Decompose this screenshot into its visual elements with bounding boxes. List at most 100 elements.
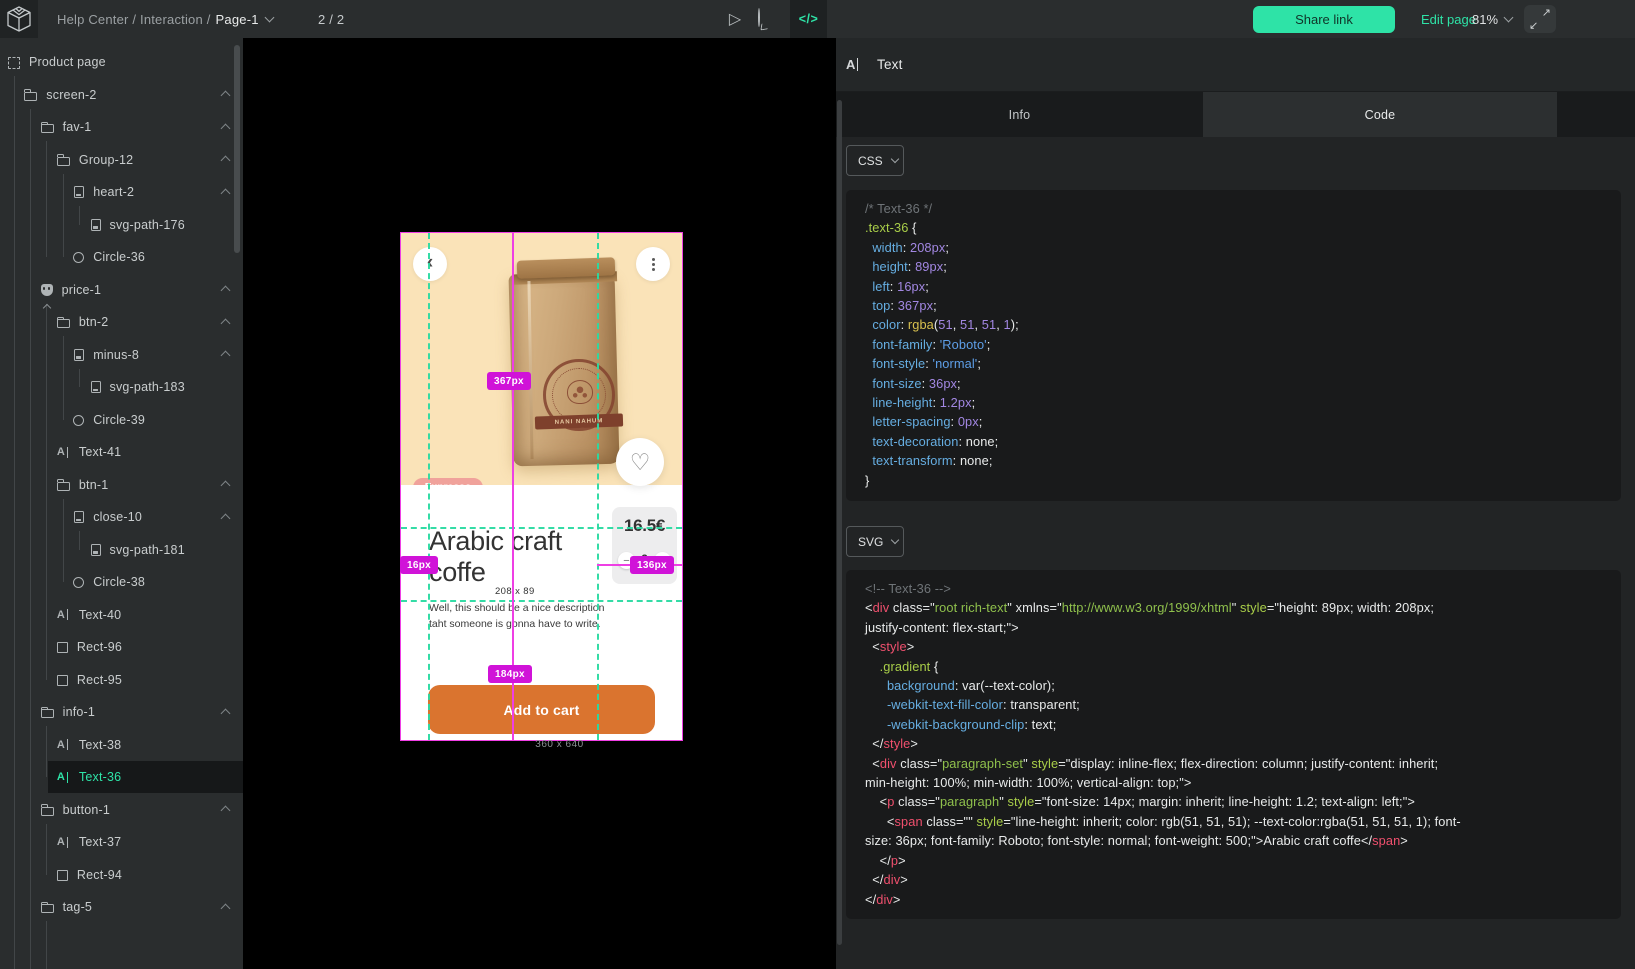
edit-page-link[interactable]: Edit page [1421, 0, 1476, 38]
sidebar-item-circle-36[interactable]: Circle-36 [0, 241, 243, 274]
title-size-annotation: 208 x 89 [495, 586, 535, 597]
page-count: 2 / 2 [318, 0, 344, 38]
chevron-up-icon[interactable] [221, 903, 231, 913]
text-layer-icon: A [57, 836, 70, 849]
layer-label: Text-41 [79, 445, 121, 459]
sidebar-item-price-1[interactable]: price-1 [0, 273, 243, 306]
sidebar-item-fav-1[interactable]: fav-1 [0, 111, 243, 144]
code-line: text-transform: none; [865, 451, 1602, 470]
app-logo[interactable] [0, 0, 38, 38]
sidebar-item-btn-2[interactable]: btn-2 [0, 306, 243, 339]
breadcrumb[interactable]: Help Center / Interaction / Page-1 [57, 0, 273, 38]
code-line: color: rgba(51, 51, 51, 1); [865, 315, 1602, 334]
folder-icon [41, 807, 54, 816]
chevron-up-icon[interactable] [221, 351, 231, 361]
chevron-up-icon[interactable] [221, 806, 231, 816]
zoom-select[interactable]: 81% [1472, 0, 1512, 38]
play-button[interactable]: ▷ [720, 0, 750, 38]
code-line: -webkit-background-clip: text; [865, 715, 1602, 734]
fullscreen-button[interactable]: ↗ ↙ [1524, 5, 1556, 33]
code-line: </p> [865, 851, 1602, 870]
code-line: </style> [865, 734, 1602, 753]
sidebar-item-heart-2[interactable]: heart-2 [0, 176, 243, 209]
layer-label: Rect-96 [77, 640, 122, 654]
text-layer-icon: A [57, 771, 70, 784]
code-line: <style> [865, 637, 1602, 656]
sidebar-item-info-1[interactable]: info-1 [0, 696, 243, 729]
code-line: .text-36 { [865, 218, 1602, 237]
chevron-up-icon[interactable] [221, 91, 231, 101]
tab-code[interactable]: Code [1203, 92, 1557, 137]
css-format-select[interactable]: CSS [846, 145, 904, 176]
chevron-down-icon[interactable] [264, 12, 274, 22]
code-view-button[interactable]: </> [790, 0, 827, 38]
svg-select-value: SVG [858, 535, 883, 549]
svg-format-select[interactable]: SVG [846, 526, 904, 557]
chevron-up-icon[interactable] [221, 708, 231, 718]
code-line: </div> [865, 870, 1602, 889]
sidebar-item-button-1[interactable]: button-1 [0, 793, 243, 826]
chevron-up-icon[interactable] [221, 513, 231, 523]
sidebar-item-text-36[interactable]: AText-36 [0, 761, 243, 794]
layer-label: minus-8 [93, 348, 139, 362]
sidebar-item-rect-96[interactable]: Rect-96 [0, 631, 243, 664]
sidebar-item-circle-38[interactable]: Circle-38 [0, 566, 243, 599]
tab-info[interactable]: Info [836, 92, 1203, 137]
canvas[interactable]: NANI NAHUM ‹ Expresso ♡ Arabic craft cof… [243, 38, 836, 969]
chevron-up-icon[interactable] [221, 156, 231, 166]
add-to-cart-button[interactable]: Add to cart [428, 685, 655, 734]
sidebar-item-svg-path-181[interactable]: svg-path-181 [0, 533, 243, 566]
sidebar-item-text-38[interactable]: AText-38 [0, 728, 243, 761]
sidebar-item-rect-95[interactable]: Rect-95 [0, 663, 243, 696]
back-button[interactable]: ‹ [413, 247, 447, 281]
share-link-button[interactable]: Share link [1253, 6, 1395, 33]
svg-code-block: <!-- Text-36 --><div class="root rich-te… [846, 570, 1621, 919]
chevron-up-icon[interactable] [221, 481, 231, 491]
sidebar-item-rect-94[interactable]: Rect-94 [0, 858, 243, 891]
chevron-down-icon [1504, 12, 1514, 22]
layer-label: screen-2 [46, 88, 96, 102]
code-line: justify-content: flex-start;"> [865, 618, 1602, 637]
code-line: background: var(--text-color); [865, 676, 1602, 695]
comment-icon [758, 8, 760, 27]
sidebar-item-minus-8[interactable]: minus-8 [0, 338, 243, 371]
component-mask-icon [41, 284, 53, 296]
sidebar-item-text-37[interactable]: A Text-37 [0, 826, 243, 859]
favorite-button[interactable]: ♡ [616, 438, 664, 486]
chevron-up-icon[interactable] [221, 318, 231, 328]
panel-scrollbar[interactable] [837, 100, 842, 945]
sidebar-item-svg-path-183[interactable]: svg-path-183 [0, 371, 243, 404]
code-line: line-height: 1.2px; [865, 393, 1602, 412]
layer-label: svg-path-181 [110, 543, 185, 557]
sidebar-item-text-41[interactable]: A Text-41 [0, 436, 243, 469]
sidebar-item-product page[interactable]: Product page [0, 46, 243, 79]
sidebar-item-svg-path-176[interactable]: svg-path-176 [0, 208, 243, 241]
sidebar-item-close-10[interactable]: close-10 [0, 501, 243, 534]
breadcrumb-current[interactable]: Page-1 [216, 12, 259, 27]
sidebar-item-group-12[interactable]: Group-12 [0, 143, 243, 176]
sidebar-item-circle-39[interactable]: Circle-39 [0, 403, 243, 436]
chevron-up-icon[interactable] [221, 123, 231, 133]
product-title: Arabic craft coffe [429, 526, 605, 588]
chevron-up-icon[interactable] [221, 286, 231, 296]
sidebar-item-tag-5[interactable]: tag-5 [0, 891, 243, 924]
device-frame[interactable]: NANI NAHUM ‹ Expresso ♡ Arabic craft cof… [401, 233, 682, 740]
panel-title: Text [877, 57, 903, 72]
comment-button[interactable] [758, 9, 780, 29]
css-select-value: CSS [858, 154, 883, 168]
sidebar-item-text-40[interactable]: AText-40 [0, 598, 243, 631]
measure-line [512, 233, 514, 740]
sidebar-scrollbar[interactable] [234, 45, 240, 253]
more-menu-button[interactable] [636, 247, 670, 281]
layer-label: Text-37 [79, 835, 121, 849]
code-line: <div class="root rich-text" xmlns="http:… [865, 598, 1602, 617]
code-line: /* Text-36 */ [865, 199, 1602, 218]
sidebar-item-btn-1[interactable]: btn-1 [0, 468, 243, 501]
inspect-panel: A Text Info Code CSS /* Text-36 */.text-… [836, 38, 1635, 969]
sidebar-item-screen-2[interactable]: screen-2 [0, 78, 243, 111]
code-line: <span class="" style="line-height: inher… [865, 812, 1602, 831]
chevron-up-icon[interactable] [221, 188, 231, 198]
code-line: -webkit-text-fill-color: transparent; [865, 695, 1602, 714]
layer-label: btn-1 [79, 478, 109, 492]
text-layer-icon: A [57, 446, 70, 459]
